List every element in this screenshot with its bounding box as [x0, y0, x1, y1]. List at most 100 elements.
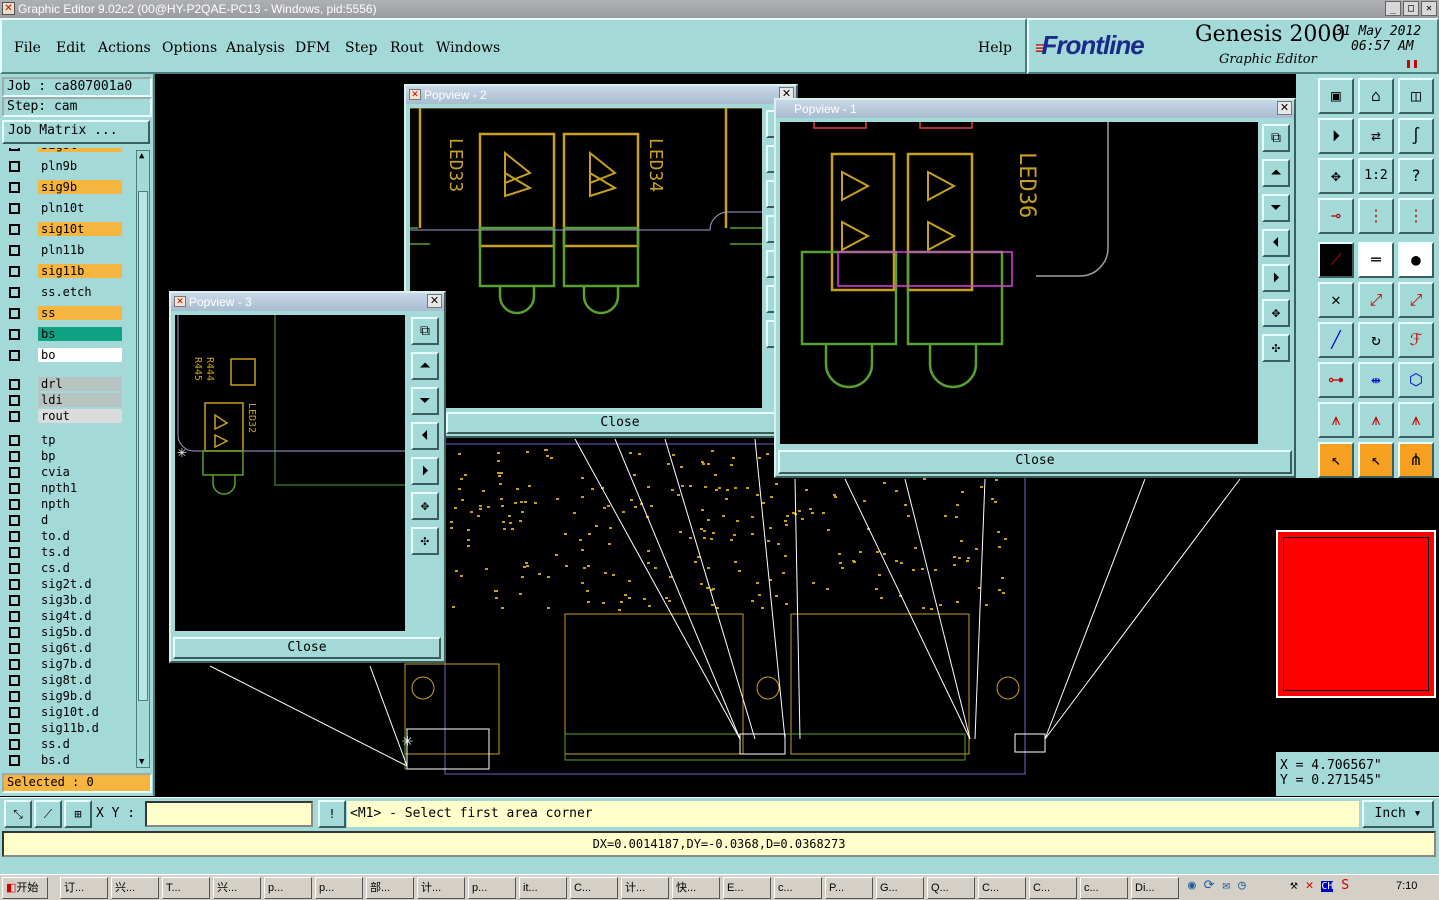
layer-row[interactable]: tp [6, 433, 122, 447]
tool-pointer-icon[interactable]: ↖ [1358, 442, 1394, 478]
layer-name[interactable]: npth [38, 497, 122, 511]
layer-name[interactable]: sig8t.d [38, 673, 122, 687]
tool-s-curve-icon[interactable]: ∫ [1398, 118, 1434, 154]
layer-checkbox[interactable] [9, 723, 20, 734]
popview-pan-down-icon[interactable]: ⏷ [411, 387, 439, 415]
layer-name[interactable]: sig10t.d [38, 705, 122, 719]
scroll-thumb[interactable] [138, 191, 148, 701]
menu-step[interactable]: Step [345, 40, 377, 56]
layer-checkbox[interactable] [9, 659, 20, 670]
layer-name[interactable]: pln10t [38, 201, 122, 215]
taskbar-item[interactable]: 订... [60, 877, 108, 899]
layer-name[interactable]: sig5b.d [38, 625, 122, 639]
popview-3-canvas[interactable]: LED32 R445 R444 ✳ [175, 315, 405, 631]
start-button[interactable]: ◧开始 [2, 877, 48, 899]
layer-checkbox[interactable] [9, 611, 20, 622]
popview-pan-left-icon[interactable]: ⏴ [411, 422, 439, 450]
layer-checkbox[interactable] [9, 499, 20, 510]
layer-checkbox[interactable] [9, 435, 20, 446]
layer-row[interactable]: sig4t.d [6, 609, 122, 623]
tool-shapes-icon[interactable]: ⬡ [1398, 362, 1434, 398]
layer-name[interactable]: ldi [38, 393, 122, 407]
taskbar-item[interactable]: G... [876, 877, 924, 899]
popview-home-icon[interactable]: ✣ [1262, 334, 1290, 362]
layer-name[interactable]: rout [38, 409, 122, 423]
popview-1-canvas[interactable]: LED36 [780, 122, 1258, 444]
tool-layers-red-icon[interactable]: ⋮ [1398, 198, 1434, 234]
layer-name[interactable]: bo [38, 348, 122, 362]
layer-checkbox[interactable] [9, 467, 20, 478]
popview-zoom-icon[interactable]: ⧉ [1262, 124, 1290, 152]
menu-file[interactable]: File [14, 40, 41, 56]
layer-checkbox[interactable] [9, 224, 20, 235]
tool-diagonal-icon[interactable]: ╱ [1318, 322, 1354, 358]
layer-checkbox[interactable] [9, 547, 20, 558]
layer-checkbox[interactable] [9, 707, 20, 718]
tool-node-icon[interactable]: ⋔ [1398, 442, 1434, 478]
taskbar-item[interactable]: c... [1080, 877, 1128, 899]
layer-name[interactable]: cs.d [38, 561, 122, 575]
tool-layers-icon[interactable]: ⋮ [1358, 198, 1394, 234]
layer-name[interactable]: ss.etch [38, 285, 122, 299]
pause-icon[interactable] [1407, 60, 1417, 68]
layer-name[interactable]: to.d [38, 529, 122, 543]
popview-3-close-icon[interactable]: ✕ [427, 294, 442, 308]
taskbar-item[interactable]: Di... [1131, 877, 1179, 899]
taskbar-item[interactable]: C... [1029, 877, 1077, 899]
layer-checkbox[interactable] [9, 308, 20, 319]
xy-input[interactable] [145, 801, 313, 827]
taskbar-item[interactable]: 快... [672, 877, 720, 899]
popview-home-icon[interactable]: ✣ [411, 527, 439, 555]
layer-name[interactable]: cvia [38, 465, 122, 479]
tool-arch-icon[interactable]: ⩚ [1318, 402, 1354, 438]
layer-row[interactable]: ss.d [6, 737, 122, 751]
tool-arc-icon[interactable]: ↻ [1358, 322, 1394, 358]
taskbar-item[interactable]: c... [774, 877, 822, 899]
snap-icon[interactable]: ⤡ [4, 800, 32, 828]
popview-pan-right-icon[interactable]: ⏵ [1262, 264, 1290, 292]
layer-checkbox[interactable] [9, 691, 20, 702]
scroll-down-icon[interactable]: ▼ [139, 757, 144, 767]
layer-row[interactable]: sig11b [6, 264, 122, 278]
layer-checkbox[interactable] [9, 266, 20, 277]
layer-name[interactable]: ss [38, 306, 122, 320]
popview-zoom-icon[interactable]: ⧉ [411, 317, 439, 345]
layer-checkbox[interactable] [9, 350, 20, 361]
layer-checkbox[interactable] [9, 182, 20, 193]
taskbar-item[interactable]: E... [723, 877, 771, 899]
layer-row[interactable]: ss.etch [6, 285, 122, 299]
layer-row[interactable]: pln11b [6, 243, 122, 257]
layer-checkbox[interactable] [9, 245, 20, 256]
layer-checkbox[interactable] [9, 148, 20, 151]
layer-checkbox[interactable] [9, 515, 20, 526]
overview-map[interactable] [1276, 530, 1436, 698]
layer-name[interactable]: npth1 [38, 481, 122, 495]
tool-swap-icon[interactable]: ⇄ [1358, 118, 1394, 154]
tool-help-icon[interactable]: ? [1398, 158, 1434, 194]
layer-row[interactable]: sig2t.d [6, 577, 122, 591]
layer-name[interactable]: bs [38, 327, 122, 341]
maximize-button[interactable]: □ [1403, 1, 1419, 16]
tool-line-icon[interactable]: ⟋ [1318, 242, 1354, 278]
layer-row[interactable]: npth1 [6, 481, 122, 495]
layer-row[interactable]: ldi [6, 393, 122, 407]
tool-select-icon[interactable]: ↖ [1318, 442, 1354, 478]
layer-row[interactable]: bp [6, 449, 122, 463]
tool-probe-icon[interactable]: ⊸ [1318, 198, 1354, 234]
taskbar-item[interactable]: 计... [621, 877, 669, 899]
taskbar-item[interactable]: p... [468, 877, 516, 899]
layer-name[interactable]: sig4t.d [38, 609, 122, 623]
layer-checkbox[interactable] [9, 483, 20, 494]
layer-scrollbar[interactable]: ▲ ▼ [136, 150, 150, 768]
layer-checkbox[interactable] [9, 395, 20, 406]
popview-pan-down-icon[interactable]: ⏷ [1262, 194, 1290, 222]
layer-name[interactable]: ss.d [38, 737, 122, 751]
tool-circle-icon[interactable]: ● [1398, 242, 1434, 278]
layer-row[interactable]: sig8t.d [6, 673, 122, 687]
layer-name[interactable]: sig7b.d [38, 657, 122, 671]
layer-name[interactable]: bp [38, 449, 122, 463]
layer-row[interactable]: bs.d [6, 753, 122, 767]
layer-checkbox[interactable] [9, 563, 20, 574]
layer-row[interactable]: pln9b [6, 159, 122, 173]
popview-1-close-button[interactable]: Close [778, 450, 1292, 474]
